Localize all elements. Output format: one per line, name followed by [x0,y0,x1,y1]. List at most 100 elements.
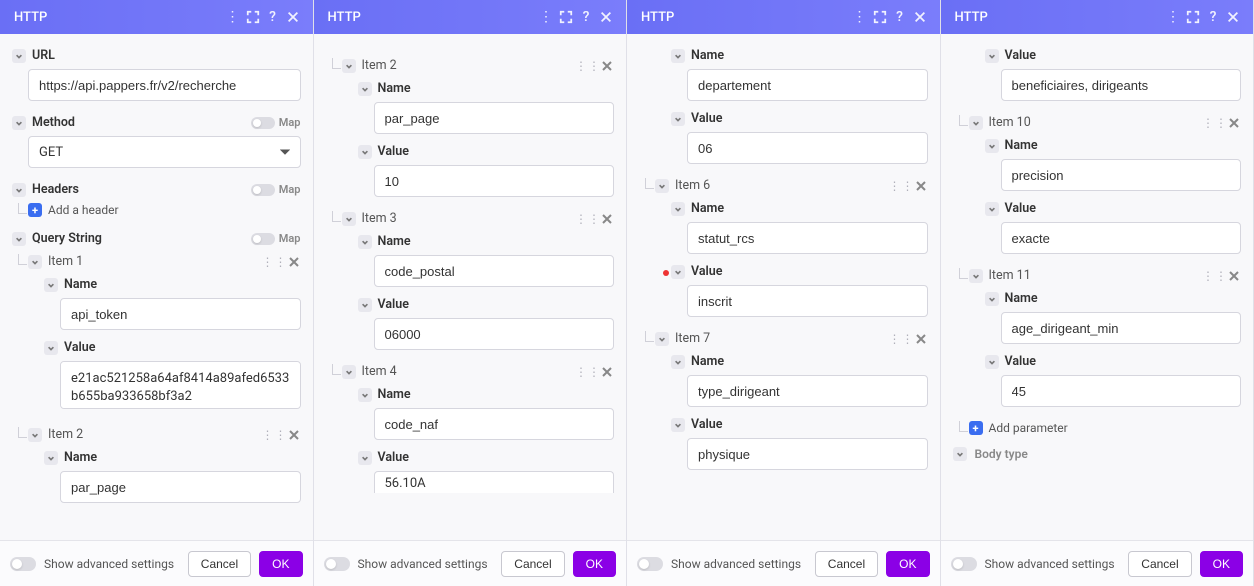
drag-handle-icon[interactable]: ⋮⋮ [1209,117,1221,129]
collapse-icon[interactable] [28,428,42,442]
ok-button[interactable]: OK [259,551,302,577]
drag-handle-icon[interactable]: ⋮⋮ [269,256,281,268]
collapse-icon[interactable] [44,341,58,355]
cancel-button[interactable]: Cancel [815,551,878,577]
collapse-icon[interactable] [671,112,685,126]
remove-icon[interactable] [1227,269,1241,283]
expand-icon[interactable] [556,7,576,27]
collapse-icon[interactable] [342,59,356,73]
collapse-icon[interactable] [985,292,999,306]
help-icon[interactable]: ? [576,7,596,27]
expand-icon[interactable] [870,7,890,27]
item-value-input[interactable] [1001,69,1242,101]
item-value-input[interactable] [1001,375,1242,407]
collapse-icon[interactable] [671,49,685,63]
remove-icon[interactable] [1227,116,1241,130]
url-input[interactable] [28,69,301,101]
add-parameter-row[interactable]: + Add parameter [969,421,1242,435]
drag-handle-icon[interactable]: ⋮⋮ [896,333,908,345]
collapse-icon[interactable] [655,179,669,193]
item-name-input[interactable] [687,69,928,101]
item-value-input[interactable] [687,438,928,470]
item-name-input[interactable] [374,408,615,440]
drag-handle-icon[interactable]: ⋮⋮ [1209,270,1221,282]
advanced-toggle[interactable] [10,557,36,571]
item-value-input[interactable] [60,361,301,409]
expand-icon[interactable] [1183,7,1203,27]
help-icon[interactable]: ? [890,7,910,27]
collapse-icon[interactable] [12,49,26,63]
help-icon[interactable]: ? [1203,7,1223,27]
collapse-icon[interactable] [12,116,26,130]
collapse-icon[interactable] [342,212,356,226]
method-map-toggle[interactable] [251,117,275,129]
collapse-icon[interactable] [671,355,685,369]
item-name-input[interactable] [374,102,615,134]
item-name-input[interactable] [1001,312,1242,344]
collapse-icon[interactable] [28,255,42,269]
collapse-icon[interactable] [358,388,372,402]
drag-handle-icon[interactable]: ⋮⋮ [582,366,594,378]
collapse-icon[interactable] [358,82,372,96]
collapse-icon[interactable] [358,451,372,465]
expand-icon[interactable] [243,7,263,27]
collapse-icon[interactable] [671,202,685,216]
item-value-input[interactable] [374,318,615,350]
collapse-icon[interactable] [985,49,999,63]
item-name-input[interactable] [687,222,928,254]
remove-icon[interactable] [600,59,614,73]
item-name-input[interactable] [374,255,615,287]
method-select[interactable]: GET [28,136,301,168]
item-value-input[interactable] [687,285,928,317]
item-value-input[interactable]: 56.10A [374,471,615,493]
drag-handle-icon[interactable]: ⋮⋮ [582,213,594,225]
collapse-icon[interactable] [953,447,967,461]
help-icon[interactable]: ? [263,7,283,27]
collapse-icon[interactable] [342,365,356,379]
remove-icon[interactable] [914,332,928,346]
more-icon[interactable]: ⋮ [536,7,556,27]
close-icon[interactable] [283,7,303,27]
remove-icon[interactable] [287,428,301,442]
close-icon[interactable] [910,7,930,27]
collapse-icon[interactable] [44,451,58,465]
qs-map-toggle[interactable] [251,233,275,245]
collapse-icon[interactable] [358,145,372,159]
cancel-button[interactable]: Cancel [1128,551,1191,577]
collapse-icon[interactable] [358,235,372,249]
collapse-icon[interactable] [985,139,999,153]
remove-icon[interactable] [600,212,614,226]
close-icon[interactable] [1223,7,1243,27]
drag-handle-icon[interactable]: ⋮⋮ [896,180,908,192]
collapse-icon[interactable] [671,265,685,279]
collapse-icon[interactable] [671,418,685,432]
advanced-toggle[interactable] [951,557,977,571]
item-name-input[interactable] [60,471,301,503]
remove-icon[interactable] [287,255,301,269]
item-value-input[interactable] [1001,222,1242,254]
more-icon[interactable]: ⋮ [223,7,243,27]
ok-button[interactable]: OK [573,551,616,577]
collapse-icon[interactable] [969,269,983,283]
remove-icon[interactable] [600,365,614,379]
more-icon[interactable]: ⋮ [850,7,870,27]
collapse-icon[interactable] [969,116,983,130]
collapse-icon[interactable] [985,202,999,216]
collapse-icon[interactable] [985,355,999,369]
drag-handle-icon[interactable]: ⋮⋮ [582,60,594,72]
collapse-icon[interactable] [12,232,26,246]
headers-map-toggle[interactable] [251,184,275,196]
add-header-row[interactable]: + Add a header [28,203,301,217]
cancel-button[interactable]: Cancel [188,551,251,577]
drag-handle-icon[interactable]: ⋮⋮ [269,429,281,441]
collapse-icon[interactable] [12,183,26,197]
item-name-input[interactable] [687,375,928,407]
close-icon[interactable] [596,7,616,27]
item-name-input[interactable] [60,298,301,330]
cancel-button[interactable]: Cancel [501,551,564,577]
item-name-input[interactable] [1001,159,1242,191]
collapse-icon[interactable] [655,332,669,346]
advanced-toggle[interactable] [637,557,663,571]
item-value-input[interactable] [374,165,615,197]
remove-icon[interactable] [914,179,928,193]
